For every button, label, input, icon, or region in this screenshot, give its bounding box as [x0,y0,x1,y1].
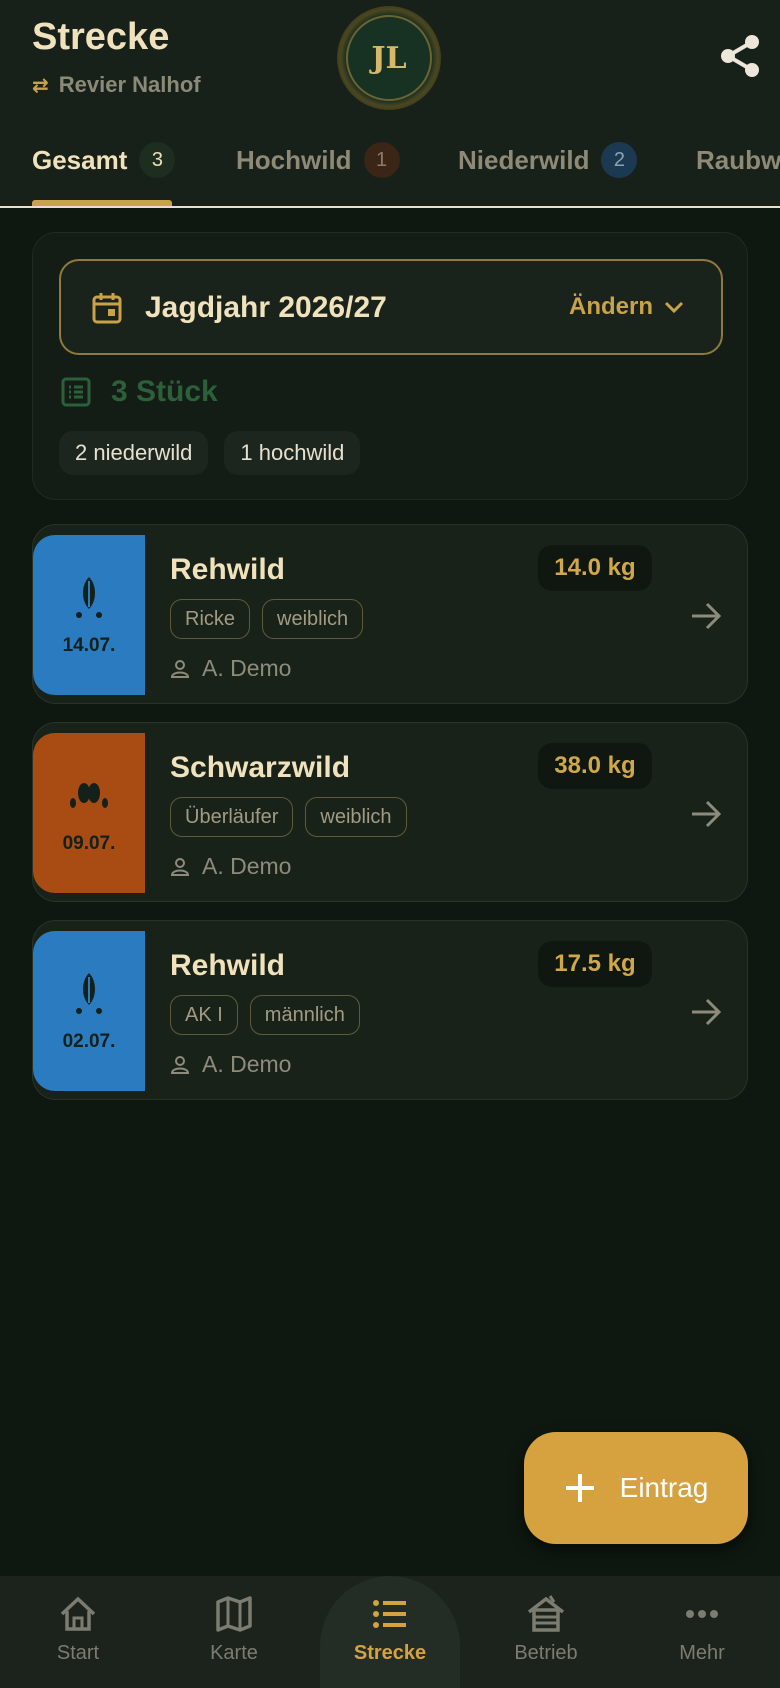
plus-icon [565,1474,594,1502]
hunting-year-label: Jagdjahr 2026/27 [145,291,387,324]
harvest-entry[interactable]: 02.07. Rehwild 17.5 kg AK I männlich A. … [32,920,748,1100]
nav-label: Karte [210,1642,258,1664]
arrow-right-icon[interactable] [689,601,723,631]
list-summary-icon [61,377,91,407]
entry-tag: Ricke [170,599,251,639]
entry-tags: AK I männlich [170,995,360,1035]
nav-betrieb[interactable]: Betrieb [468,1576,624,1688]
chevron-down-icon [664,301,684,314]
roe-deer-track-icon [76,973,102,1014]
nav-mehr[interactable]: Mehr [624,1576,780,1688]
club-logo: JL [337,6,441,110]
entry-tag: AK I [170,995,238,1035]
nav-strecke[interactable]: Strecke [312,1576,468,1688]
entry-date: 14.07. [62,635,116,656]
app-header: Strecke ⇄ Revier Nalhof JL Gesamt 3 Hoch… [0,0,780,208]
tab-label: Niederwild [458,144,590,175]
category-tabs: Gesamt 3 Hochwild 1 Niederwild 2 Raubwil… [0,130,780,206]
change-year-button[interactable]: Ändern [569,293,685,321]
nav-label: Start [56,1642,100,1664]
entry-tags: Ricke weiblich [170,599,364,639]
hut-icon [527,1595,565,1632]
person-icon [170,1055,190,1074]
entry-tag: weiblich [305,797,407,837]
species-name: Rehwild [170,949,286,982]
active-tab-indicator [32,200,172,206]
person-icon [170,659,190,678]
tab-count-badge: 3 [139,142,176,178]
tab-count-badge: 1 [363,142,400,178]
bottom-navigation: Start Karte Strecke Betrieb Mehr [0,1576,780,1688]
species-name: Rehwild [170,553,286,586]
nav-karte[interactable]: Karte [156,1576,312,1688]
tab-label: Gesamt [32,144,128,175]
arrow-right-icon[interactable] [689,799,723,829]
tab-gesamt[interactable]: Gesamt 3 [32,140,176,180]
hunter-name: A. Demo [202,655,292,681]
entry-date: 09.07. [62,833,116,854]
tab-label: Hochwild [236,144,352,175]
weight-badge: 14.0 kg [538,545,652,591]
map-icon [216,1596,252,1632]
swap-icon: ⇄ [32,74,49,97]
entry-tags: Überläufer weiblich [170,797,407,837]
breakdown-chip: 2 niederwild [59,431,209,475]
add-entry-button[interactable]: Eintrag [524,1432,748,1544]
home-icon [60,1596,96,1631]
boar-track-icon [70,783,108,808]
tab-label: Raubwild [696,144,780,175]
roe-deer-track-icon [76,577,102,618]
category-breakdown: 2 niederwild 1 hochwild [59,431,361,475]
entry-date: 02.07. [62,1031,116,1052]
share-icon[interactable] [718,32,762,80]
hunter: A. Demo [170,853,291,880]
hunting-year-selector[interactable]: Jagdjahr 2026/27 Ändern [59,259,723,355]
hunter: A. Demo [170,1051,291,1078]
entry-date-badge: 09.07. [33,733,145,893]
tab-niederwild[interactable]: Niederwild 2 [458,140,638,180]
entry-date-badge: 14.07. [33,535,145,695]
weight-badge: 38.0 kg [538,743,652,789]
calendar-icon [92,293,122,324]
entry-tag: männlich [249,995,360,1035]
person-icon [170,857,190,876]
more-icon [686,1610,718,1618]
nav-label: Strecke [353,1642,427,1664]
harvest-entry[interactable]: 14.07. Rehwild 14.0 kg Ricke weiblich A.… [32,524,748,704]
season-summary-card: Jagdjahr 2026/27 Ändern 3 Stück 2 nieder… [32,232,748,500]
entry-tag: weiblich [262,599,364,639]
tab-raubwild[interactable]: Raubwild [696,140,780,180]
list-icon [373,1600,406,1628]
arrow-right-icon[interactable] [689,997,723,1027]
weight-badge: 17.5 kg [538,941,652,987]
logo-monogram: JL [346,15,432,101]
hunter: A. Demo [170,655,291,682]
tab-count-badge: 2 [601,142,638,178]
tab-hochwild[interactable]: Hochwild 1 [236,140,400,180]
revier-switcher[interactable]: ⇄ Revier Nalhof [32,72,201,98]
add-entry-label: Eintrag [619,1472,709,1503]
entry-date-badge: 02.07. [33,931,145,1091]
change-label: Ändern [569,293,653,320]
nav-label: Mehr [679,1642,725,1664]
nav-start[interactable]: Start [0,1576,156,1688]
total-count-label: 3 Stück [111,375,218,408]
hunter-name: A. Demo [202,1051,292,1077]
total-count: 3 Stück [61,375,218,409]
entry-tag: Überläufer [170,797,294,837]
species-name: Schwarzwild [170,751,351,784]
page-title: Strecke [32,16,170,58]
nav-label: Betrieb [514,1642,578,1664]
revier-name: Revier Nalhof [58,72,201,97]
harvest-entry[interactable]: 09.07. Schwarzwild 38.0 kg Überläufer we… [32,722,748,902]
hunter-name: A. Demo [202,853,292,879]
breakdown-chip: 1 hochwild [224,431,361,475]
